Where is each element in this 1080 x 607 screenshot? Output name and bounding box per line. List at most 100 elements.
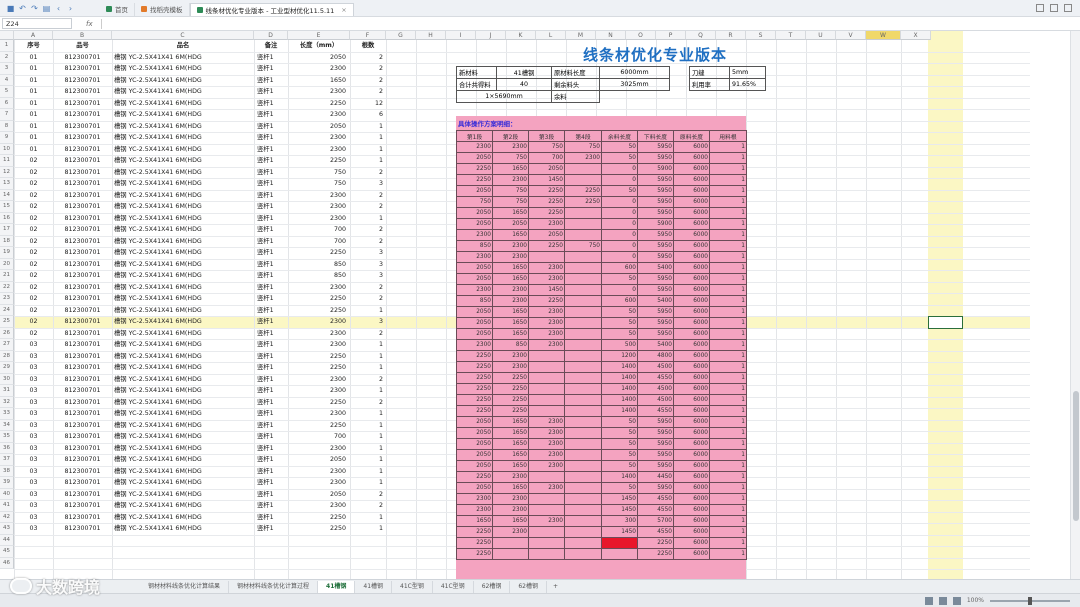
name-box[interactable]: Z24 <box>2 18 72 29</box>
table-cell-part[interactable]: 812300701 <box>53 512 112 523</box>
function-icon[interactable]: fx <box>86 20 93 28</box>
column-header[interactable]: F <box>350 31 386 40</box>
table-cell-len[interactable]: 750 <box>288 167 350 178</box>
plan-cell[interactable]: 1450 <box>528 174 565 186</box>
column-header[interactable]: A <box>14 31 53 40</box>
plan-cell[interactable]: 2250 <box>456 174 493 186</box>
plan-cell[interactable]: 1650 <box>492 482 529 494</box>
sheet-tab[interactable]: 62槽钢 <box>510 580 547 593</box>
table-cell-part[interactable]: 812300701 <box>53 374 112 385</box>
table-cell-len[interactable]: 2300 <box>288 385 350 396</box>
plan-cell[interactable]: 2300 <box>528 515 565 527</box>
table-cell-part[interactable]: 812300701 <box>53 316 112 327</box>
plan-cell[interactable]: 1650 <box>492 460 529 472</box>
row-header[interactable]: 1 <box>0 40 14 52</box>
plan-cell[interactable]: 6000 <box>673 141 710 153</box>
table-cell-len[interactable]: 2300 <box>288 477 350 488</box>
row-header[interactable]: 32 <box>0 396 14 408</box>
plan-cell[interactable]: 2250 <box>456 471 493 483</box>
plan-cell[interactable]: 2050 <box>528 163 565 175</box>
plan-cell[interactable] <box>564 449 602 461</box>
column-header[interactable]: G <box>386 31 416 40</box>
plan-cell[interactable]: 2300 <box>456 493 493 505</box>
plan-cell[interactable]: 50 <box>601 306 638 318</box>
table-cell-qty[interactable]: 2 <box>350 167 386 178</box>
table-cell-qty[interactable]: 1 <box>350 443 386 454</box>
plan-cell[interactable]: 1 <box>709 141 747 153</box>
plan-cell[interactable]: 1650 <box>492 427 529 439</box>
table-cell-rem[interactable]: 竖杆1 <box>254 75 288 86</box>
maximize-icon[interactable] <box>1050 4 1058 12</box>
plan-cell[interactable]: 5950 <box>637 229 674 241</box>
table-cell-len[interactable]: 2050 <box>288 121 350 132</box>
plan-cell[interactable] <box>528 383 565 395</box>
table-cell-len[interactable]: 2050 <box>288 454 350 465</box>
plan-cell[interactable]: 2250 <box>492 372 529 384</box>
close-tab-icon[interactable]: × <box>341 6 346 14</box>
plan-cell[interactable]: 50 <box>601 328 638 340</box>
plan-cell[interactable]: 2050 <box>456 207 493 219</box>
table-cell-qty[interactable]: 1 <box>350 305 386 316</box>
plan-cell[interactable]: 2300 <box>456 229 493 241</box>
plan-cell[interactable]: 4800 <box>637 350 674 362</box>
table-cell-name[interactable]: 槽钢 YC-2.5X41X41 6M(HDG <box>112 466 254 477</box>
plan-cell[interactable]: 2300 <box>528 449 565 461</box>
table-cell-name[interactable]: 槽钢 YC-2.5X41X41 6M(HDG <box>112 443 254 454</box>
table-cell-name[interactable]: 槽钢 YC-2.5X41X41 6M(HDG <box>112 63 254 74</box>
table-cell-part[interactable]: 812300701 <box>53 178 112 189</box>
table-cell-qty[interactable]: 1 <box>350 477 386 488</box>
table-cell-qty[interactable]: 3 <box>350 259 386 270</box>
plan-cell[interactable]: 1650 <box>456 515 493 527</box>
row-header[interactable]: 7 <box>0 109 14 121</box>
plan-cell[interactable] <box>564 526 602 538</box>
table-cell-len[interactable]: 2300 <box>288 339 350 350</box>
plan-cell[interactable]: 2300 <box>528 482 565 494</box>
plan-cell[interactable]: 0 <box>601 196 638 208</box>
table-cell-part[interactable]: 812300701 <box>53 362 112 373</box>
table-cell-name[interactable]: 槽钢 YC-2.5X41X41 6M(HDG <box>112 454 254 465</box>
table-cell-name[interactable]: 槽钢 YC-2.5X41X41 6M(HDG <box>112 178 254 189</box>
table-cell-seq[interactable]: 03 <box>14 351 53 362</box>
row-header[interactable]: 26 <box>0 327 14 339</box>
table-cell-part[interactable]: 812300701 <box>53 454 112 465</box>
plan-cell[interactable]: 1 <box>709 504 747 516</box>
plan-cell[interactable] <box>564 416 602 428</box>
plan-cell[interactable]: 2250 <box>528 295 565 307</box>
table-cell-rem[interactable]: 竖杆1 <box>254 282 288 293</box>
table-cell-rem[interactable]: 竖杆1 <box>254 247 288 258</box>
plan-cell[interactable]: 6000 <box>673 196 710 208</box>
table-cell-qty[interactable]: 2 <box>350 489 386 500</box>
plan-cell[interactable]: 1200 <box>601 350 638 362</box>
table-cell-part[interactable]: 812300701 <box>53 431 112 442</box>
plan-cell[interactable]: 1650 <box>492 306 529 318</box>
plan-cell[interactable]: 6000 <box>673 295 710 307</box>
plan-cell[interactable]: 6000 <box>673 163 710 175</box>
plan-cell[interactable]: 4550 <box>637 372 674 384</box>
table-cell-qty[interactable]: 1 <box>350 132 386 143</box>
table-cell-qty[interactable]: 1 <box>350 339 386 350</box>
table-cell-qty[interactable]: 2 <box>350 224 386 235</box>
column-header[interactable]: M <box>566 31 596 40</box>
table-cell-len[interactable]: 2300 <box>288 213 350 224</box>
table-cell-name[interactable]: 槽钢 YC-2.5X41X41 6M(HDG <box>112 316 254 327</box>
plan-cell[interactable]: 2300 <box>528 317 565 329</box>
plan-cell[interactable]: 2250 <box>456 383 493 395</box>
column-header[interactable]: E <box>288 31 350 40</box>
table-cell-qty[interactable]: 2 <box>350 75 386 86</box>
plan-cell[interactable]: 6000 <box>673 328 710 340</box>
plan-cell[interactable]: 2250 <box>456 526 493 538</box>
table-cell-rem[interactable]: 竖杆1 <box>254 408 288 419</box>
plan-cell[interactable] <box>528 251 565 263</box>
table-cell-part[interactable]: 812300701 <box>53 52 112 63</box>
plan-cell[interactable] <box>564 482 602 494</box>
table-cell-seq[interactable]: 03 <box>14 397 53 408</box>
plan-cell[interactable]: 6000 <box>673 449 710 461</box>
plan-cell[interactable]: 4550 <box>637 504 674 516</box>
table-cell-len[interactable]: 2300 <box>288 109 350 120</box>
column-header[interactable]: J <box>476 31 506 40</box>
plan-cell[interactable]: 1 <box>709 196 747 208</box>
plan-cell[interactable]: 2300 <box>528 262 565 274</box>
plan-cell[interactable]: 750 <box>528 141 565 153</box>
table-cell-rem[interactable]: 竖杆1 <box>254 328 288 339</box>
plan-cell[interactable]: 5950 <box>637 273 674 285</box>
